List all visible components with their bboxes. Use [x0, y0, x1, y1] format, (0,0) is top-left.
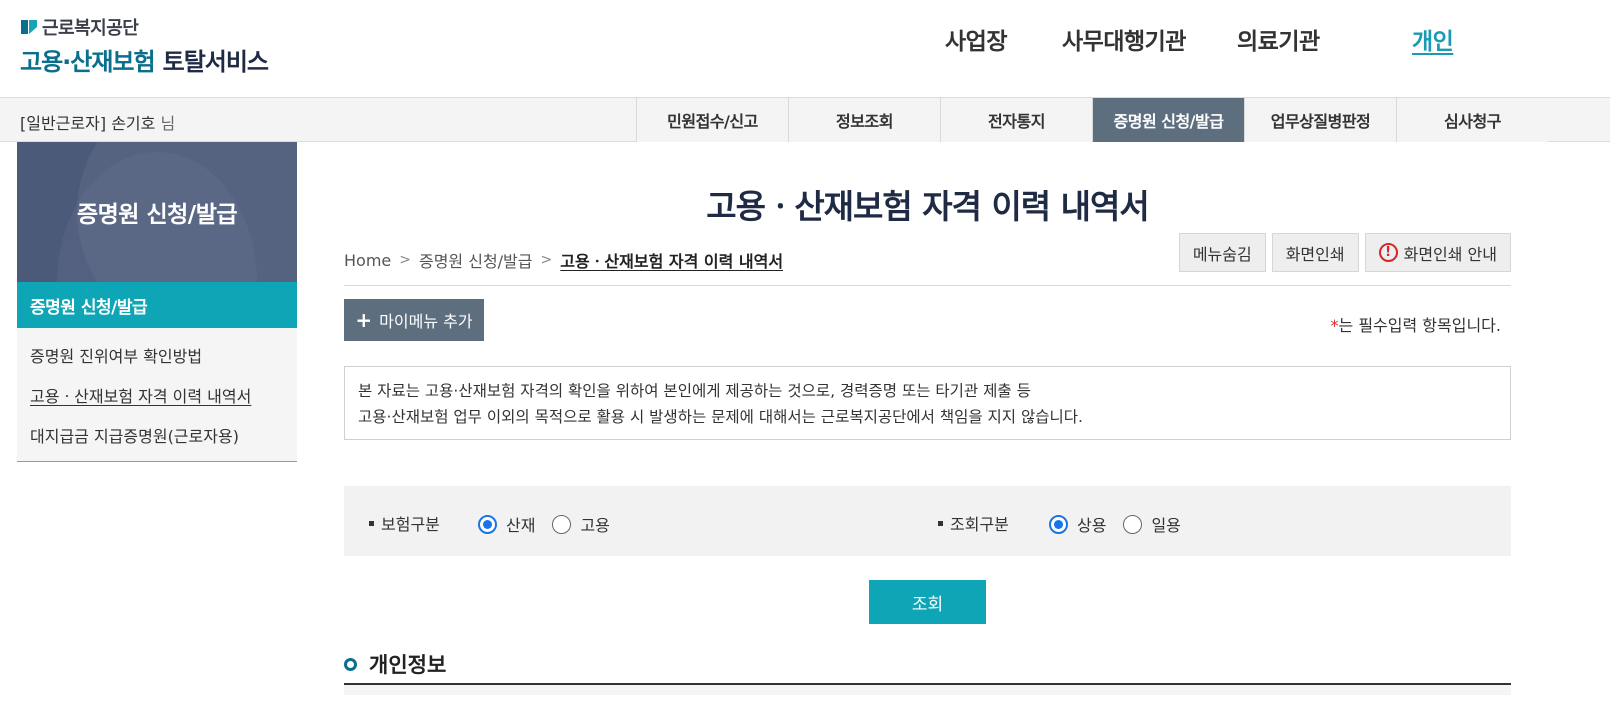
bullet-icon — [938, 520, 943, 526]
insurance-type-radios: 산재 고용 — [478, 512, 627, 536]
tab-e-notice[interactable]: 전자통지 — [940, 98, 1092, 142]
radio-regular[interactable] — [1049, 514, 1068, 534]
sub-nav-bar: [일반근로자] 손기호 님 민원접수/신고 정보조회 전자통지 증명원 신청/발… — [0, 97, 1610, 142]
section-ring-icon — [344, 657, 357, 671]
tab-review-request[interactable]: 심사청구 — [1396, 98, 1548, 142]
inquiry-type-label-text: 조회구분 — [950, 515, 1009, 534]
sidebar-item-substitute-payment[interactable]: 대지급금 지급증명원(근로자용) — [17, 415, 297, 455]
logo-service-highlight: 고용·산재보험 — [20, 48, 156, 76]
radio-regular-label[interactable]: 상용 — [1077, 512, 1106, 536]
required-star: * — [1330, 316, 1339, 335]
user-honorific: 님 — [160, 114, 176, 133]
radio-daily[interactable] — [1123, 514, 1143, 534]
breadcrumb-chevron-icon: > — [540, 252, 553, 268]
print-guide-button[interactable]: ! 화면인쇄 안내 — [1364, 233, 1511, 272]
breadcrumb-current[interactable]: 고용ㆍ산재보험 자격 이력 내역서 — [560, 248, 783, 272]
sidebar-header: 증명원 신청/발급 — [17, 142, 297, 282]
sidebar-section-certificate[interactable]: 증명원 신청/발급 — [17, 282, 297, 328]
required-note-text: 는 필수입력 항목입니다. — [1338, 316, 1501, 335]
radio-employment-label[interactable]: 고용 — [580, 512, 609, 536]
inquiry-type-radios: 상용 일용 — [1049, 512, 1198, 536]
radio-industrial-accident-label[interactable]: 산재 — [506, 512, 535, 536]
tab-certificate[interactable]: 증명원 신청/발급 — [1092, 98, 1244, 142]
breadcrumb-home[interactable]: Home — [344, 251, 391, 270]
logo-mark-icon — [20, 18, 38, 36]
radio-daily-label[interactable]: 일용 — [1151, 512, 1180, 536]
add-mymenu-button[interactable]: + 마이메뉴 추가 — [344, 299, 484, 341]
notice-box: 본 자료는 고용·산재보험 자격의 확인을 위하여 본인에게 제공하는 것으로,… — [344, 366, 1511, 440]
hide-menu-button[interactable]: 메뉴숨김 — [1178, 233, 1266, 272]
personal-info-table — [344, 685, 1511, 695]
sidebar-list: 증명원 진위여부 확인방법 고용ㆍ산재보험 자격 이력 내역서 대지급금 지급증… — [17, 328, 297, 462]
tab-info-inquiry[interactable]: 정보조회 — [788, 98, 940, 142]
breadcrumb-chevron-icon: > — [399, 252, 411, 268]
logo-org-name: 근로복지공단 — [42, 18, 139, 39]
site-logo[interactable]: 근로복지공단 고용·산재보험 토탈서비스 — [20, 14, 269, 77]
print-guide-label: 화면인쇄 안내 — [1403, 244, 1497, 264]
tab-civil-complaint[interactable]: 민원접수/신고 — [636, 98, 788, 142]
site-header: 근로복지공단 고용·산재보험 토탈서비스 사업장 사무대행기관 의료기관 개인 — [0, 0, 1610, 97]
gnb-item-agency[interactable]: 사무대행기관 — [1062, 22, 1186, 56]
bullet-icon — [369, 520, 374, 526]
tab-occupational-disease[interactable]: 업무상질병판정 — [1244, 98, 1396, 142]
breadcrumb: Home > 증명원 신청/발급 > 고용ㆍ산재보험 자격 이력 내역서 — [344, 248, 783, 272]
breadcrumb-certificate[interactable]: 증명원 신청/발급 — [419, 248, 533, 272]
utility-buttons: 메뉴숨김 화면인쇄 ! 화면인쇄 안내 — [1173, 233, 1511, 272]
radio-industrial-accident[interactable] — [478, 514, 497, 534]
left-sidebar: 증명원 신청/발급 증명원 신청/발급 증명원 진위여부 확인방법 고용ㆍ산재보… — [17, 142, 297, 462]
notice-line-2: 고용·산재보험 업무 이외의 목적으로 활용 시 발생하는 문제에 대해서는 근… — [358, 408, 1083, 426]
sidebar-item-qualification-history[interactable]: 고용ㆍ산재보험 자격 이력 내역서 — [17, 375, 297, 415]
logo-service-rest: 토탈서비스 — [162, 48, 269, 76]
user-name: 손기호 — [111, 114, 156, 133]
insurance-type-label-text: 보험구분 — [381, 515, 440, 534]
notice-line-1: 본 자료는 고용·산재보험 자격의 확인을 위하여 본인에게 제공하는 것으로,… — [358, 382, 1031, 400]
print-button[interactable]: 화면인쇄 — [1271, 233, 1359, 272]
personal-info-section-title: 개인정보 — [344, 649, 446, 679]
title-divider — [344, 285, 1511, 286]
inquiry-type-label: 조회구분 — [938, 511, 1009, 535]
search-conditions: 보험구분 산재 고용 조회구분 상용 일용 — [344, 486, 1511, 556]
insurance-type-label: 보험구분 — [369, 511, 440, 535]
page-title: 고용ㆍ산재보험 자격 이력 내역서 — [706, 187, 1150, 226]
radio-employment[interactable] — [552, 514, 572, 534]
main-tabs: 민원접수/신고 정보조회 전자통지 증명원 신청/발급 업무상질병판정 심사청구 — [636, 98, 1548, 142]
gnb-item-personal[interactable]: 개인 — [1412, 22, 1454, 56]
personal-info-title-text: 개인정보 — [369, 653, 447, 677]
gnb-item-medical[interactable]: 의료기관 — [1237, 22, 1320, 56]
user-info: [일반근로자] 손기호 님 — [20, 110, 175, 134]
search-button[interactable]: 조회 — [869, 580, 986, 624]
gnb-item-business[interactable]: 사업장 — [945, 22, 1007, 56]
warning-icon: ! — [1378, 243, 1398, 262]
plus-icon: + — [355, 308, 373, 332]
sidebar-title: 증명원 신청/발급 — [76, 202, 238, 228]
required-note: *는 필수입력 항목입니다. — [1331, 312, 1501, 336]
add-mymenu-label: 마이메뉴 추가 — [379, 312, 473, 331]
user-role: [일반근로자] — [20, 114, 107, 133]
sidebar-item-verify-method[interactable]: 증명원 진위여부 확인방법 — [17, 335, 297, 375]
